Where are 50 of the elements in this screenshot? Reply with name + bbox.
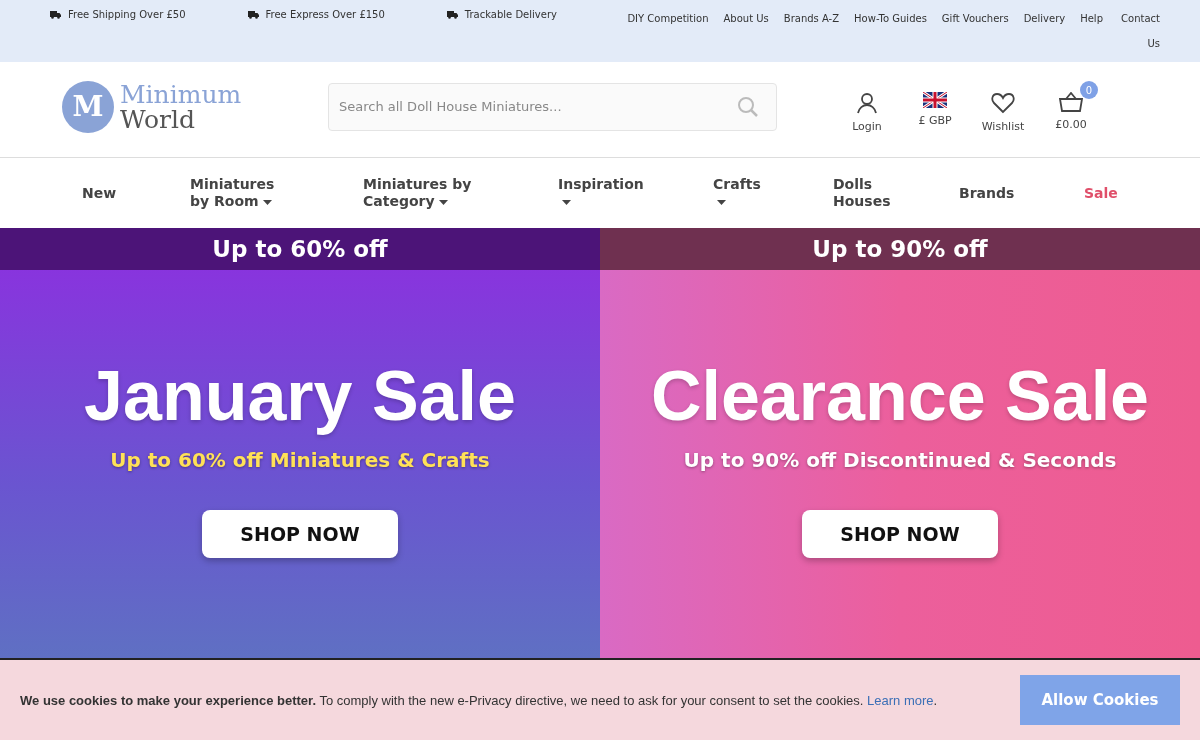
caret-icon [438, 199, 448, 205]
user-icon [856, 92, 878, 114]
top-link[interactable]: Help [1080, 6, 1103, 31]
perk-text: Free Shipping Over £50 [68, 9, 186, 20]
banner-title: January Sale [84, 356, 516, 437]
banner-strip: Up to 90% off [600, 228, 1200, 270]
caret-icon [717, 199, 726, 205]
truck-icon [50, 10, 61, 19]
caret-icon [262, 199, 272, 205]
top-link[interactable]: Gift Vouchers [941, 6, 1009, 31]
search-icon[interactable] [737, 95, 759, 118]
truck-icon [446, 10, 458, 19]
nav-item[interactable]: Dolls Houses [833, 176, 893, 210]
header-action[interactable]: £ GBP [911, 80, 959, 133]
nav-item[interactable]: Miniatures by Category [363, 176, 483, 210]
sale-banner[interactable]: Up to 60% off January Sale Up to 60% off Miniatures & Crafts SHOP NOW [0, 228, 600, 658]
flag-icon [923, 92, 947, 108]
banner-subtitle: Up to 60% off Miniatures & Crafts [110, 448, 490, 472]
top-link[interactable]: Delivery [1023, 6, 1066, 31]
banner-subtitle: Up to 90% off Discontinued & Seconds [683, 448, 1117, 472]
banner-title: Clearance Sale [650, 356, 1150, 437]
top-link[interactable]: Contact Us [1118, 6, 1160, 56]
perk-text: Free Express Over £150 [265, 9, 385, 20]
count-badge: 0 [1080, 81, 1098, 99]
header-action[interactable]: 0 £0.00 [1047, 80, 1109, 133]
nav-item[interactable]: Inspiration [558, 176, 648, 210]
shop-now-button[interactable]: SHOP NOW [802, 510, 998, 558]
perk-text: Trackable Delivery [464, 9, 557, 20]
nav-item[interactable]: Miniatures by Room [190, 176, 280, 210]
truck-icon [247, 10, 259, 19]
search-field[interactable]: Search all Doll House Miniatures... [328, 82, 777, 131]
top-link[interactable]: Brands A-Z [783, 6, 840, 31]
top-link[interactable]: About Us [723, 6, 769, 31]
shop-now-button[interactable]: SHOP NOW [202, 510, 398, 558]
nav-item[interactable]: Sale [1084, 184, 1118, 202]
logo-text[interactable]: World [120, 106, 242, 132]
heart-icon [991, 92, 1015, 114]
sale-banner[interactable]: Up to 90% off Clearance Sale Up to 90% off Discontinued & Seconds SHOP NOW [600, 228, 1200, 658]
header-action[interactable]: Login [843, 80, 891, 133]
nav-item[interactable]: Brands [959, 184, 1029, 202]
top-link[interactable]: How-To Guides [854, 6, 927, 31]
learn-more-link[interactable]: Learn more [867, 692, 934, 708]
header-action[interactable]: Wishlist [979, 80, 1027, 133]
nav-item[interactable]: Crafts [713, 176, 773, 210]
caret-icon [562, 199, 571, 205]
banner-strip: Up to 60% off [0, 228, 600, 270]
basket-icon [1059, 92, 1083, 112]
cookie-message: We use cookies to make your experience better. To comply with the new e-Privacy directive, we need to ask for your consent to set the cookies. Learn more. [20, 692, 938, 708]
nav-item[interactable]: New [82, 184, 190, 202]
top-link[interactable]: DIY Competition [627, 6, 709, 31]
